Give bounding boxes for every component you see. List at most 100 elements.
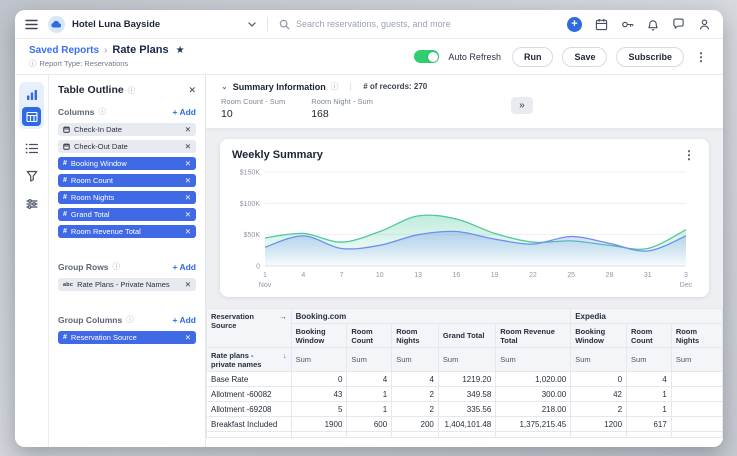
remove-chip-icon[interactable]: ✕ [185,280,191,289]
records-count: # of records: 270 [363,82,428,91]
table-row: Allotment -60082 43 1 2 349.58 300.00 42 1 [206,386,723,402]
hotel-selector[interactable]: Hotel Luna Bayside [48,15,256,33]
svg-text:31: 31 [644,272,652,279]
create-button[interactable]: + [567,16,582,32]
chip-room-revenue-total[interactable]: # Room Revenue Total ✕ [58,225,196,238]
row-dimension-header[interactable]: Rate plans - private names ↓ [206,347,292,372]
report-type-label: Report Type: Reservations [39,59,129,68]
remove-chip-icon[interactable]: ✕ [185,210,191,219]
chip-label: Room Revenue Total [70,227,141,236]
search-bar[interactable] [279,19,557,30]
value-cell: 0 [290,371,348,387]
aggregation-label: Sum [391,347,439,372]
value-cell [570,431,628,438]
svg-text:22: 22 [529,272,537,279]
section-label: Columns [58,106,95,117]
chart-zone: Weekly Summary ⋮ 0 $50K $100K $150K 1 4 7 10 13 1… [206,129,723,308]
number-field-icon: # [63,334,67,341]
chip-label: Check-In Date [74,125,122,134]
add-group-rows-button[interactable]: + Add [172,262,196,272]
more-options-icon[interactable]: ⋮ [693,50,709,64]
filter-funnel-icon[interactable] [26,170,38,182]
report-type-icon: ⓘ [29,59,37,68]
metric-label: Room Count - Sum [221,97,286,106]
add-group-columns-button[interactable]: + Add [172,315,196,325]
chart-more-options-icon[interactable]: ⋮ [681,148,697,162]
svg-text:1: 1 [263,272,267,279]
chip-reservation-source[interactable]: # Reservation Source ✕ [58,331,196,344]
panel-section-columns: Columns ⓘ + Add Check-In Date ✕ Check-Out Dat… [58,106,196,238]
chip-check-in-date[interactable]: Check-In Date ✕ [58,123,196,136]
chip-label: Rate Plans - Private Names [77,280,170,289]
remove-chip-icon[interactable]: ✕ [185,333,191,342]
chip-booking-window[interactable]: # Booking Window ✕ [58,157,196,170]
table-view-button[interactable] [22,107,41,126]
app-window: Hotel Luna Bayside + [15,10,723,447]
aggregation-label: Sum [626,347,672,372]
number-field-icon: # [63,228,67,235]
menu-icon[interactable] [25,19,38,30]
chat-icon[interactable] [672,18,685,30]
rate-plan-name-cell [206,431,292,438]
remove-chip-icon[interactable]: ✕ [185,142,191,151]
value-cell [391,431,439,438]
account-icon[interactable] [698,18,711,31]
list-icon[interactable] [25,143,38,154]
svg-text:4: 4 [301,272,305,279]
hotel-logo-icon [48,15,65,33]
chip-list: Check-In Date ✕ Check-Out Date ✕ # Booking Wi… [58,123,196,238]
value-cell: 200 [391,416,439,432]
notifications-bell-icon[interactable] [647,18,659,31]
remove-chip-icon[interactable]: ✕ [185,227,191,236]
aggregation-label: Sum [437,347,497,372]
aggregation-label: Sum [346,347,393,372]
settings-sliders-icon[interactable] [25,198,38,210]
search-input[interactable] [296,19,557,29]
value-cell: 2 [391,401,439,417]
value-cell: 2 [570,401,628,417]
chip-grand-total[interactable]: # Grand Total ✕ [58,208,196,221]
auto-refresh-toggle[interactable] [414,50,440,63]
value-cell: 335.56 [437,401,497,417]
close-panel-icon[interactable]: ✕ [188,85,196,96]
summary-title: Summary Information [232,81,326,92]
subscribe-button[interactable]: Subscribe [616,46,684,67]
chart-view-button[interactable] [22,85,41,104]
summary-information-bar: ⌄ Summary Information ⓘ # of records: 27… [206,75,723,129]
remove-chip-icon[interactable]: ✕ [185,125,191,134]
expand-summary-button[interactable]: » [510,97,533,114]
pivot-table: Reservation Source → Booking.com Expedia Boo… [206,308,723,438]
chip-check-out-date[interactable]: Check-Out Date ✕ [58,140,196,153]
auto-refresh-label: Auto Refresh [448,51,501,62]
info-icon: ⓘ [127,85,136,95]
run-button[interactable]: Run [511,46,554,67]
info-icon: ⓘ [330,82,339,91]
save-button[interactable]: Save [562,46,608,67]
chip-room-nights[interactable]: # Room Nights ✕ [58,191,196,204]
add-columns-button[interactable]: + Add [172,107,196,117]
chip-room-count[interactable]: # Room Count ✕ [58,174,196,187]
remove-chip-icon[interactable]: ✕ [185,176,191,185]
favorite-star-icon[interactable]: ★ [176,45,185,56]
table-row: Allotment -69208 5 1 2 335.56 218.00 2 1 [206,401,723,417]
collapse-chevron-icon[interactable]: ⌄ [221,82,228,91]
table-row [206,431,723,438]
svg-text:7: 7 [340,272,344,279]
value-cell: 4 [346,371,393,387]
rate-plan-name-cell: Allotment -60082 [206,386,292,402]
breadcrumb-saved-reports[interactable]: Saved Reports [29,45,99,56]
divider [267,16,268,32]
calendar-icon[interactable] [595,18,608,31]
key-icon[interactable] [621,18,634,31]
remove-chip-icon[interactable]: ✕ [185,159,191,168]
section-label: Group Columns [58,314,123,325]
column-group-expedia: Expedia [570,308,723,324]
remove-chip-icon[interactable]: ✕ [185,193,191,202]
divider [350,82,352,91]
svg-text:13: 13 [414,272,422,279]
rate-plan-name-cell: Allotment -69208 [206,401,292,417]
chip-rate-plans-private-names[interactable]: abc Rate Plans - Private Names ✕ [58,278,196,291]
number-field-icon: # [63,194,67,201]
column-header-grand-total: Grand Total [437,323,497,348]
value-cell: 0 [570,371,628,387]
